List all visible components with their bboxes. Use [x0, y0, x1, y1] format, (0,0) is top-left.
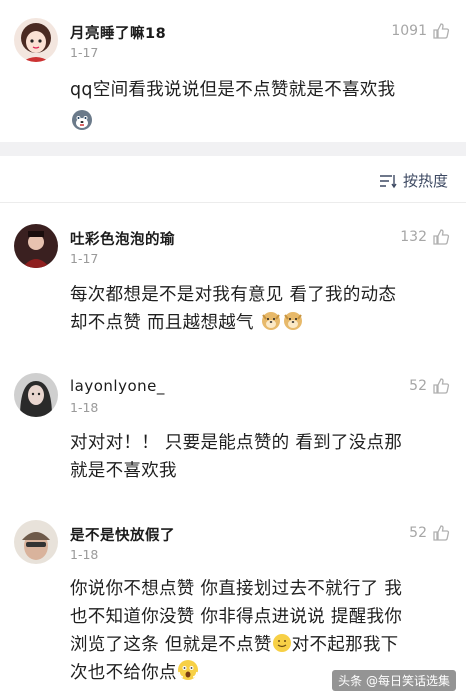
sort-icon — [379, 174, 397, 188]
comment-username[interactable]: 吐彩色泡泡的瑜 — [70, 228, 175, 249]
comment-line: 浏览了这条 但就是不点赞 — [70, 635, 272, 655]
comment-line: 次也不给你点 — [70, 663, 177, 683]
avatar[interactable] — [14, 373, 58, 417]
scream-emoji-icon — [177, 660, 198, 680]
comment-line: 你说你不想点赞 你直接划过去不就行了 我 — [70, 579, 403, 599]
like-icon — [433, 23, 450, 39]
doge-emoji-icon — [261, 312, 280, 330]
sort-bar: 按热度 — [0, 156, 466, 203]
like-icon — [433, 525, 450, 541]
sort-label: 按热度 — [402, 172, 448, 190]
watermark: 头条 @每日笑话选集 — [332, 670, 456, 691]
sort-by-heat-button[interactable]: 按热度 — [379, 170, 448, 191]
comment-text: 对对对！！ 只要是能点赞的 看到了没点那 就是不喜欢我 — [70, 429, 456, 485]
comment-date: 1-18 — [70, 400, 99, 415]
comment-line: 却不点赞 而且越想越气 — [70, 313, 254, 333]
doge-emoji-icon — [283, 312, 302, 330]
like-icon — [433, 378, 450, 394]
avatar[interactable] — [14, 224, 58, 268]
smile-emoji-icon — [272, 634, 291, 652]
like-button[interactable]: 1091 — [391, 22, 450, 40]
like-button[interactable]: 132 — [400, 228, 450, 246]
comment-line: 对对对！！ 只要是能点赞的 看到了没点那 — [70, 433, 403, 453]
comment-date: 1-17 — [70, 251, 99, 266]
comment-line: qq空间看我说说但是不点赞就是不喜欢我 — [70, 80, 396, 100]
like-count: 1091 — [391, 23, 427, 39]
comment-text: qq空间看我说说但是不点赞就是不喜欢我 — [70, 76, 456, 138]
comment-line: 对不起那我下 — [291, 635, 399, 655]
like-button[interactable]: 52 — [409, 524, 450, 542]
comment-username[interactable]: 是不是快放假了 — [70, 524, 175, 545]
like-count: 52 — [409, 378, 427, 394]
comment-text: 每次都想是不是对我有意见 看了我的动态 却不点赞 而且越想越气 — [70, 281, 456, 337]
comment-3: layonlyone_ 1-18 52 对对对！！ 只要是能点赞的 看到了没点那… — [0, 352, 466, 500]
comment-line: 每次都想是不是对我有意见 看了我的动态 — [70, 285, 397, 305]
comment-date: 1-17 — [70, 45, 99, 60]
comment-username[interactable]: 月亮睡了嘛18 — [70, 22, 166, 43]
comment-line: 就是不喜欢我 — [70, 461, 177, 481]
like-button[interactable]: 52 — [409, 377, 450, 395]
comment-1: 月亮睡了嘛18 1-17 1091 qq空间看我说说但是不点赞就是不喜欢我 — [0, 0, 466, 142]
like-count: 132 — [400, 229, 427, 245]
husky-emoji-icon — [72, 110, 92, 130]
like-icon — [433, 229, 450, 245]
comment-line: 也不知道你没赞 你非得点进说说 提醒我你 — [70, 607, 403, 627]
comment-2: 吐彩色泡泡的瑜 1-17 132 每次都想是不是对我有意见 看了我的动态 却不点… — [0, 202, 466, 352]
comment-username[interactable]: layonlyone_ — [70, 377, 165, 395]
comment-date: 1-18 — [70, 547, 99, 562]
avatar[interactable] — [14, 18, 58, 62]
section-divider — [0, 142, 466, 156]
avatar[interactable] — [14, 520, 58, 564]
like-count: 52 — [409, 525, 427, 541]
